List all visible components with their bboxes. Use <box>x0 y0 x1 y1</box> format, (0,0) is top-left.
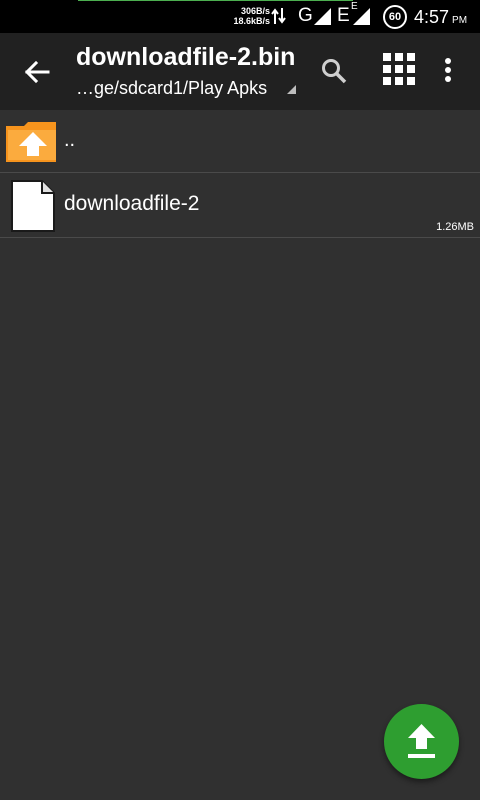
download-speed: 18.6kB/s <box>233 16 270 26</box>
upload-icon <box>408 724 435 758</box>
clock-ampm: PM <box>452 15 468 26</box>
list-item-parent-folder[interactable]: .. <box>0 110 480 173</box>
upload-button[interactable] <box>384 704 459 779</box>
file-name: downloadfile-2 <box>64 192 200 215</box>
back-arrow-icon[interactable] <box>20 55 54 89</box>
search-icon[interactable] <box>321 58 347 84</box>
upload-speed: 306B/s <box>240 6 270 16</box>
grid-view-icon[interactable] <box>383 53 415 85</box>
parent-folder-label: .. <box>64 129 76 151</box>
network-type-e: E <box>337 5 350 26</box>
current-path[interactable]: …ge/sdcard1/Play Apks <box>76 77 296 99</box>
status-bar: 306B/s 18.6kB/s G E E 60 4:57 PM <box>0 0 480 33</box>
clock: 4:57 PM <box>414 6 467 32</box>
battery-level: 60 <box>388 11 402 23</box>
status-progress-line <box>78 0 353 1</box>
path-dropdown-icon[interactable] <box>287 85 296 94</box>
page-title: downloadfile-2.bin <box>76 43 296 71</box>
signal-icon <box>314 8 331 25</box>
more-vert-icon[interactable] <box>438 57 458 85</box>
network-speed: 306B/s 18.6kB/s <box>220 6 270 26</box>
battery-icon: 60 <box>383 5 407 29</box>
clock-time: 4:57 <box>414 7 450 27</box>
folder-up-icon <box>6 122 56 162</box>
screen: 306B/s 18.6kB/s G E E 60 4:57 PM download… <box>0 0 480 800</box>
network-type-g: G <box>298 5 313 26</box>
toolbar: downloadfile-2.bin …ge/sdcard1/Play Apks <box>0 33 480 110</box>
file-size: 1.26MB <box>436 221 474 233</box>
file-icon <box>11 180 55 232</box>
list-item[interactable]: downloadfile-2 1.26MB <box>0 173 480 238</box>
data-transfer-icon <box>271 8 286 24</box>
signal-icon <box>353 8 370 25</box>
